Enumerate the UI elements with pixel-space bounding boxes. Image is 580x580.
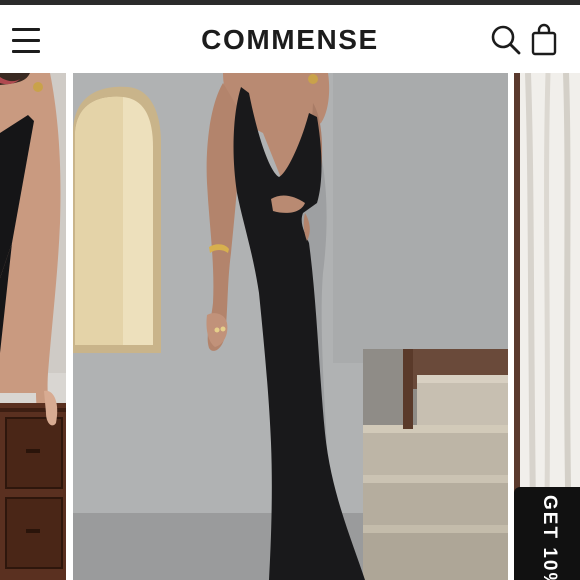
hamburger-menu-icon[interactable] bbox=[10, 25, 44, 57]
brand-logo[interactable]: COMMENSE bbox=[192, 23, 388, 57]
product-image-gallery[interactable] bbox=[0, 73, 580, 580]
site-header: COMMENSE bbox=[0, 5, 580, 73]
shopping-bag-icon[interactable] bbox=[530, 22, 560, 56]
previous-product-photo[interactable] bbox=[0, 73, 66, 580]
main-product-photo[interactable] bbox=[73, 73, 508, 580]
discount-promo-tab[interactable]: GET 10% bbox=[514, 487, 580, 580]
promo-label: GET 10% bbox=[539, 495, 560, 580]
search-icon[interactable] bbox=[490, 24, 522, 56]
